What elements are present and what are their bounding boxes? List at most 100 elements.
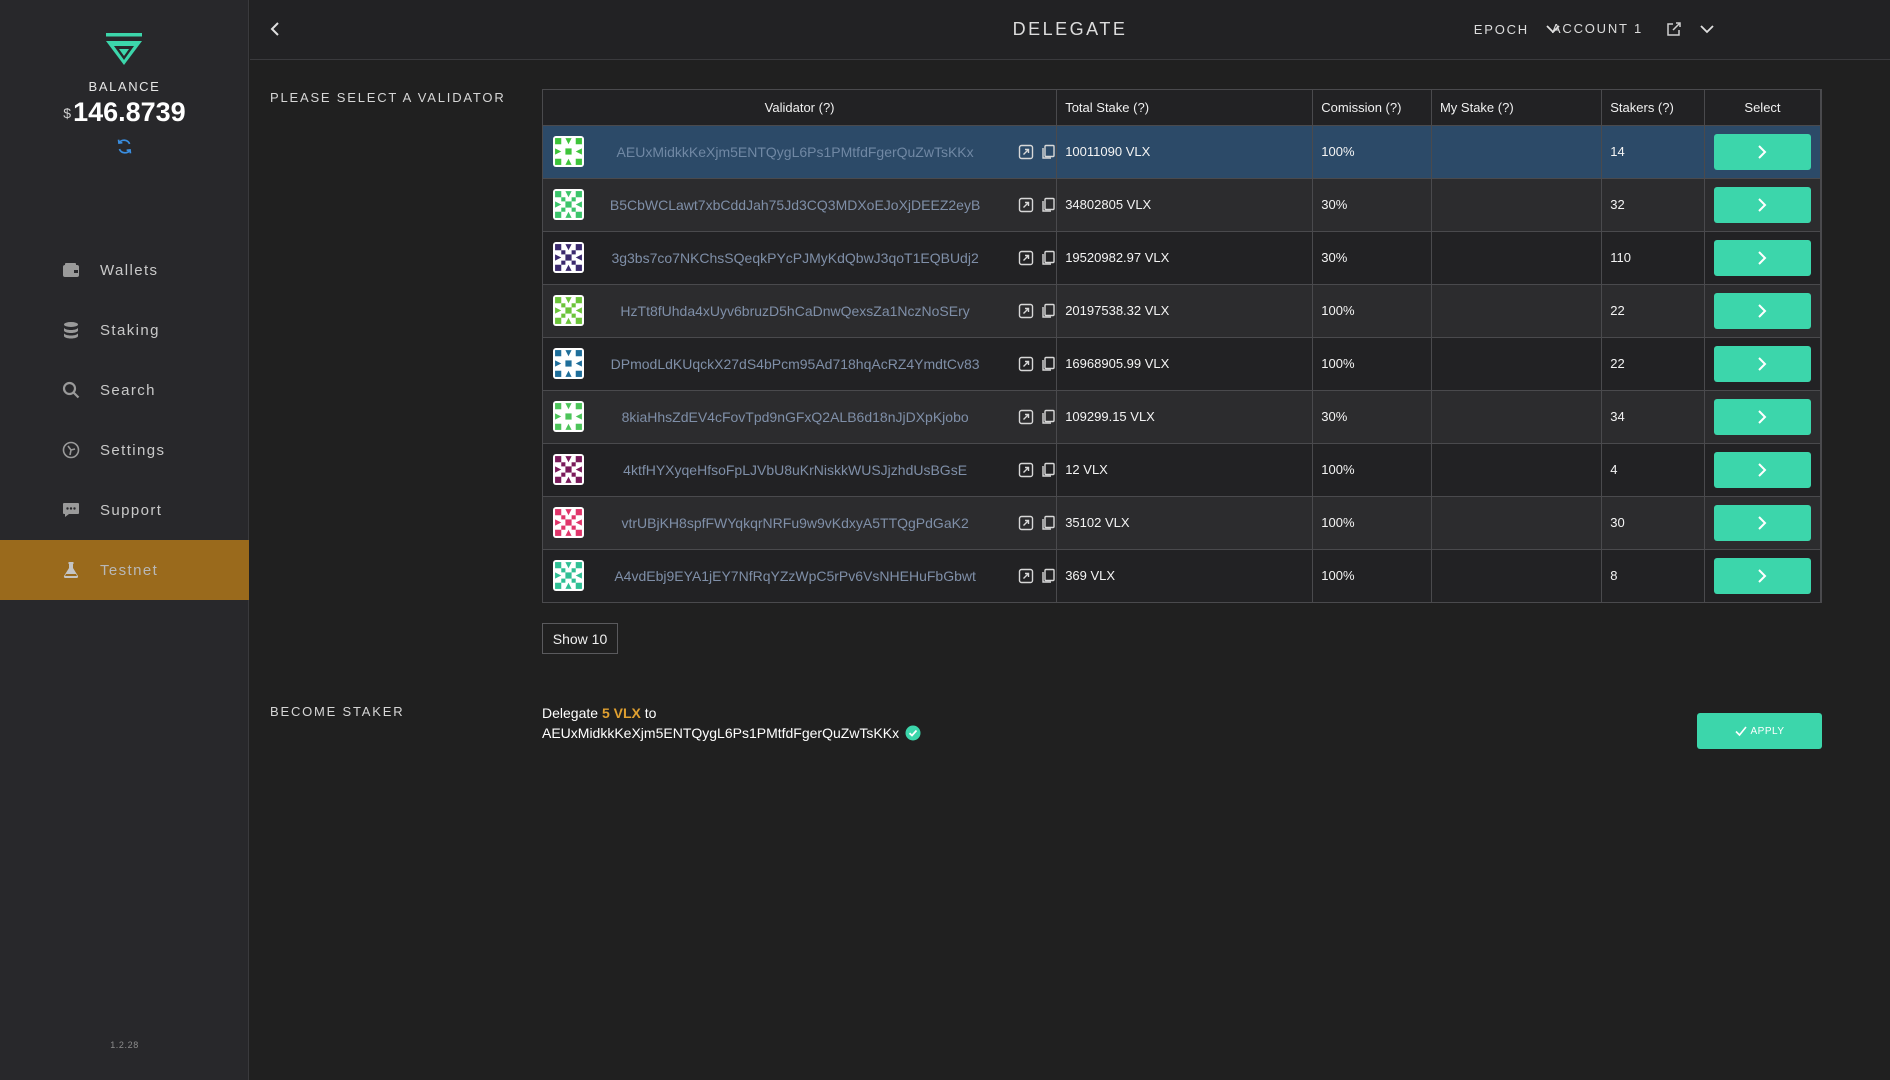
validator-identicon-icon — [553, 295, 584, 326]
select-cell — [1704, 230, 1822, 284]
select-validator-button[interactable] — [1713, 451, 1811, 488]
stakers-cell: 30 — [1601, 495, 1705, 549]
table-row[interactable]: B5CbWCLawt7xbCddJah75Jd3CQ3MDXoEJoXjDEEZ… — [543, 177, 1822, 231]
validator-address[interactable]: HzTt8fUhda4xUyv6bruzD5hCaDnwQexsZa1NczNo… — [584, 303, 1006, 319]
select-cell — [1704, 495, 1822, 549]
refresh-icon[interactable] — [116, 138, 133, 155]
delegate-to: to — [644, 705, 657, 721]
verified-check-icon — [905, 725, 921, 741]
copy-icon[interactable] — [1040, 462, 1056, 478]
validator-address[interactable]: 4ktfHYXyqeHfsoFpLJVbU8uKrNiskkWUSJjzhdUs… — [584, 462, 1006, 478]
select-validator-button[interactable] — [1713, 292, 1811, 329]
select-validator-button[interactable] — [1713, 186, 1811, 223]
copy-icon[interactable] — [1040, 144, 1056, 160]
chevron-right-icon — [1758, 356, 1767, 371]
select-cell — [1704, 548, 1822, 602]
sidebar-item-staking[interactable]: Staking — [0, 300, 249, 360]
external-link-icon[interactable] — [1018, 409, 1034, 425]
delegate-amount: 5 VLX — [601, 705, 641, 721]
validator-identicon-icon — [553, 189, 584, 220]
external-link-icon[interactable] — [1018, 197, 1034, 213]
validator-cell: DPmodLdKUqckX27dS4bPcm95Ad718hqAcRZ4Ymdt… — [543, 336, 1058, 390]
copy-icon[interactable] — [1040, 409, 1056, 425]
select-validator-button[interactable] — [1713, 345, 1811, 382]
page-title: DELEGATE — [1012, 19, 1128, 39]
select-validator-label: PLEASE SELECT A VALIDATOR — [270, 90, 506, 105]
table-row[interactable]: 8kiaHhsZdEV4cFovTpd9nGFxQ2ALB6d18nJjDXpK… — [543, 389, 1822, 443]
balance-amount: 146.8739 — [73, 97, 186, 127]
sidebar-item-testnet[interactable]: Testnet — [0, 540, 249, 600]
external-link-icon[interactable] — [1018, 515, 1034, 531]
select-validator-button[interactable] — [1713, 504, 1811, 541]
copy-icon[interactable] — [1040, 250, 1056, 266]
validator-address[interactable]: DPmodLdKUqckX27dS4bPcm95Ad718hqAcRZ4Ymdt… — [584, 356, 1006, 372]
table-row[interactable]: 3g3bs7co7NKChsSQeqkPYcPJMyKdQbwJ3qoT1EQB… — [543, 230, 1822, 284]
validator-address[interactable]: 3g3bs7co7NKChsSQeqkPYcPJMyKdQbwJ3qoT1EQB… — [584, 250, 1006, 266]
table-row[interactable]: 4ktfHYXyqeHfsoFpLJVbU8uKrNiskkWUSJjzhdUs… — [543, 442, 1822, 496]
chevron-right-icon — [1758, 569, 1767, 583]
validator-address[interactable]: A4vdEbj9EYA1jEY7NfRqYZzWpC5rPv6VsNHEHuFb… — [584, 568, 1006, 584]
total-stake-cell: 16968905.99 VLX — [1056, 336, 1314, 390]
external-link-icon[interactable] — [1018, 568, 1034, 584]
sidebar-item-wallets[interactable]: Wallets — [0, 240, 249, 300]
chevron-right-icon — [1758, 462, 1767, 477]
copy-icon[interactable] — [1040, 303, 1056, 319]
sidebar-item-support[interactable]: Support — [0, 480, 249, 540]
commission-cell: 100% — [1312, 548, 1432, 602]
copy-icon[interactable] — [1040, 356, 1056, 372]
total-stake-cell: 20197538.32 VLX — [1056, 283, 1314, 337]
table-row[interactable]: A4vdEbj9EYA1jEY7NfRqYZzWpC5rPv6VsNHEHuFb… — [543, 548, 1822, 602]
my-stake-cell — [1431, 336, 1603, 390]
validator-address[interactable]: vtrUBjKH8spfFWYqkqrNRFu9w9vKdxyA5TTQgPdG… — [584, 515, 1006, 531]
external-link-icon[interactable] — [1018, 356, 1034, 372]
external-link-icon[interactable] — [1018, 462, 1034, 478]
copy-icon[interactable] — [1040, 515, 1056, 531]
chevron-down-icon[interactable] — [1698, 20, 1716, 38]
velas-logo-icon — [106, 33, 142, 65]
commission-cell: 100% — [1312, 442, 1432, 496]
epoch-button[interactable]: EPOCH — [1474, 22, 1529, 37]
external-link-icon[interactable] — [1018, 144, 1034, 160]
table-row[interactable]: vtrUBjKH8spfFWYqkqrNRFu9w9vKdxyA5TTQgPdG… — [543, 495, 1822, 549]
external-link-icon[interactable] — [1018, 250, 1034, 266]
sidebar: BALANCE $146.8739 Wallets Staking Search — [0, 0, 249, 1080]
sidebar-nav: Wallets Staking Search Settings Support — [0, 240, 249, 600]
validator-address[interactable]: B5CbWCLawt7xbCddJah75Jd3CQ3MDXoEJoXjDEEZ… — [584, 197, 1006, 213]
select-validator-button[interactable] — [1713, 133, 1811, 170]
total-stake-cell: 34802805 VLX — [1056, 177, 1314, 231]
select-cell — [1704, 389, 1822, 443]
copy-icon[interactable] — [1040, 568, 1056, 584]
balance-value: $146.8739 — [0, 97, 249, 128]
check-icon — [1734, 726, 1747, 737]
sidebar-item-search[interactable]: Search — [0, 360, 249, 420]
select-validator-button[interactable] — [1713, 239, 1811, 276]
table-row[interactable]: HzTt8fUhda4xUyv6bruzD5hCaDnwQexsZa1NczNo… — [543, 283, 1822, 337]
validator-address[interactable]: 8kiaHhsZdEV4cFovTpd9nGFxQ2ALB6d18nJjDXpK… — [584, 409, 1006, 425]
delegate-address: AEUxMidkkKeXjm5ENTQygL6Ps1PMtfdFgerQuZwT… — [542, 725, 900, 741]
column-header-commission[interactable]: Comission (?) — [1312, 90, 1432, 125]
table-row[interactable]: DPmodLdKUqckX27dS4bPcm95Ad718hqAcRZ4Ymdt… — [543, 336, 1822, 390]
account-selector[interactable]: ACCOUNT 1 — [1552, 21, 1643, 36]
external-link-icon[interactable] — [1018, 303, 1034, 319]
column-header-my-stake[interactable]: My Stake (?) — [1431, 90, 1603, 125]
chevron-right-icon — [1758, 250, 1767, 265]
select-cell — [1704, 442, 1822, 496]
show-more-button[interactable]: Show 10 — [542, 623, 618, 654]
copy-icon[interactable] — [1040, 197, 1056, 213]
sidebar-item-label: Settings — [100, 441, 166, 459]
validator-cell: 3g3bs7co7NKChsSQeqkPYcPJMyKdQbwJ3qoT1EQB… — [543, 230, 1058, 284]
sidebar-item-settings[interactable]: Settings — [0, 420, 249, 480]
column-header-stakers[interactable]: Stakers (?) — [1601, 90, 1705, 125]
validator-address[interactable]: AEUxMidkkKeXjm5ENTQygL6Ps1PMtfdFgerQuZwT… — [584, 144, 1006, 160]
select-validator-button[interactable] — [1713, 557, 1811, 594]
column-header-total-stake[interactable]: Total Stake (?) — [1056, 90, 1314, 125]
my-stake-cell — [1431, 230, 1603, 284]
validator-cell: AEUxMidkkKeXjm5ENTQygL6Ps1PMtfdFgerQuZwT… — [543, 124, 1058, 178]
column-header-validator[interactable]: Validator (?) — [543, 90, 1058, 125]
select-cell — [1704, 124, 1822, 178]
currency-symbol: $ — [63, 105, 72, 121]
table-row[interactable]: AEUxMidkkKeXjm5ENTQygL6Ps1PMtfdFgerQuZwT… — [543, 124, 1822, 178]
edit-icon[interactable] — [1666, 21, 1682, 37]
select-validator-button[interactable] — [1713, 398, 1811, 435]
apply-button[interactable]: APPLY — [1697, 713, 1822, 749]
